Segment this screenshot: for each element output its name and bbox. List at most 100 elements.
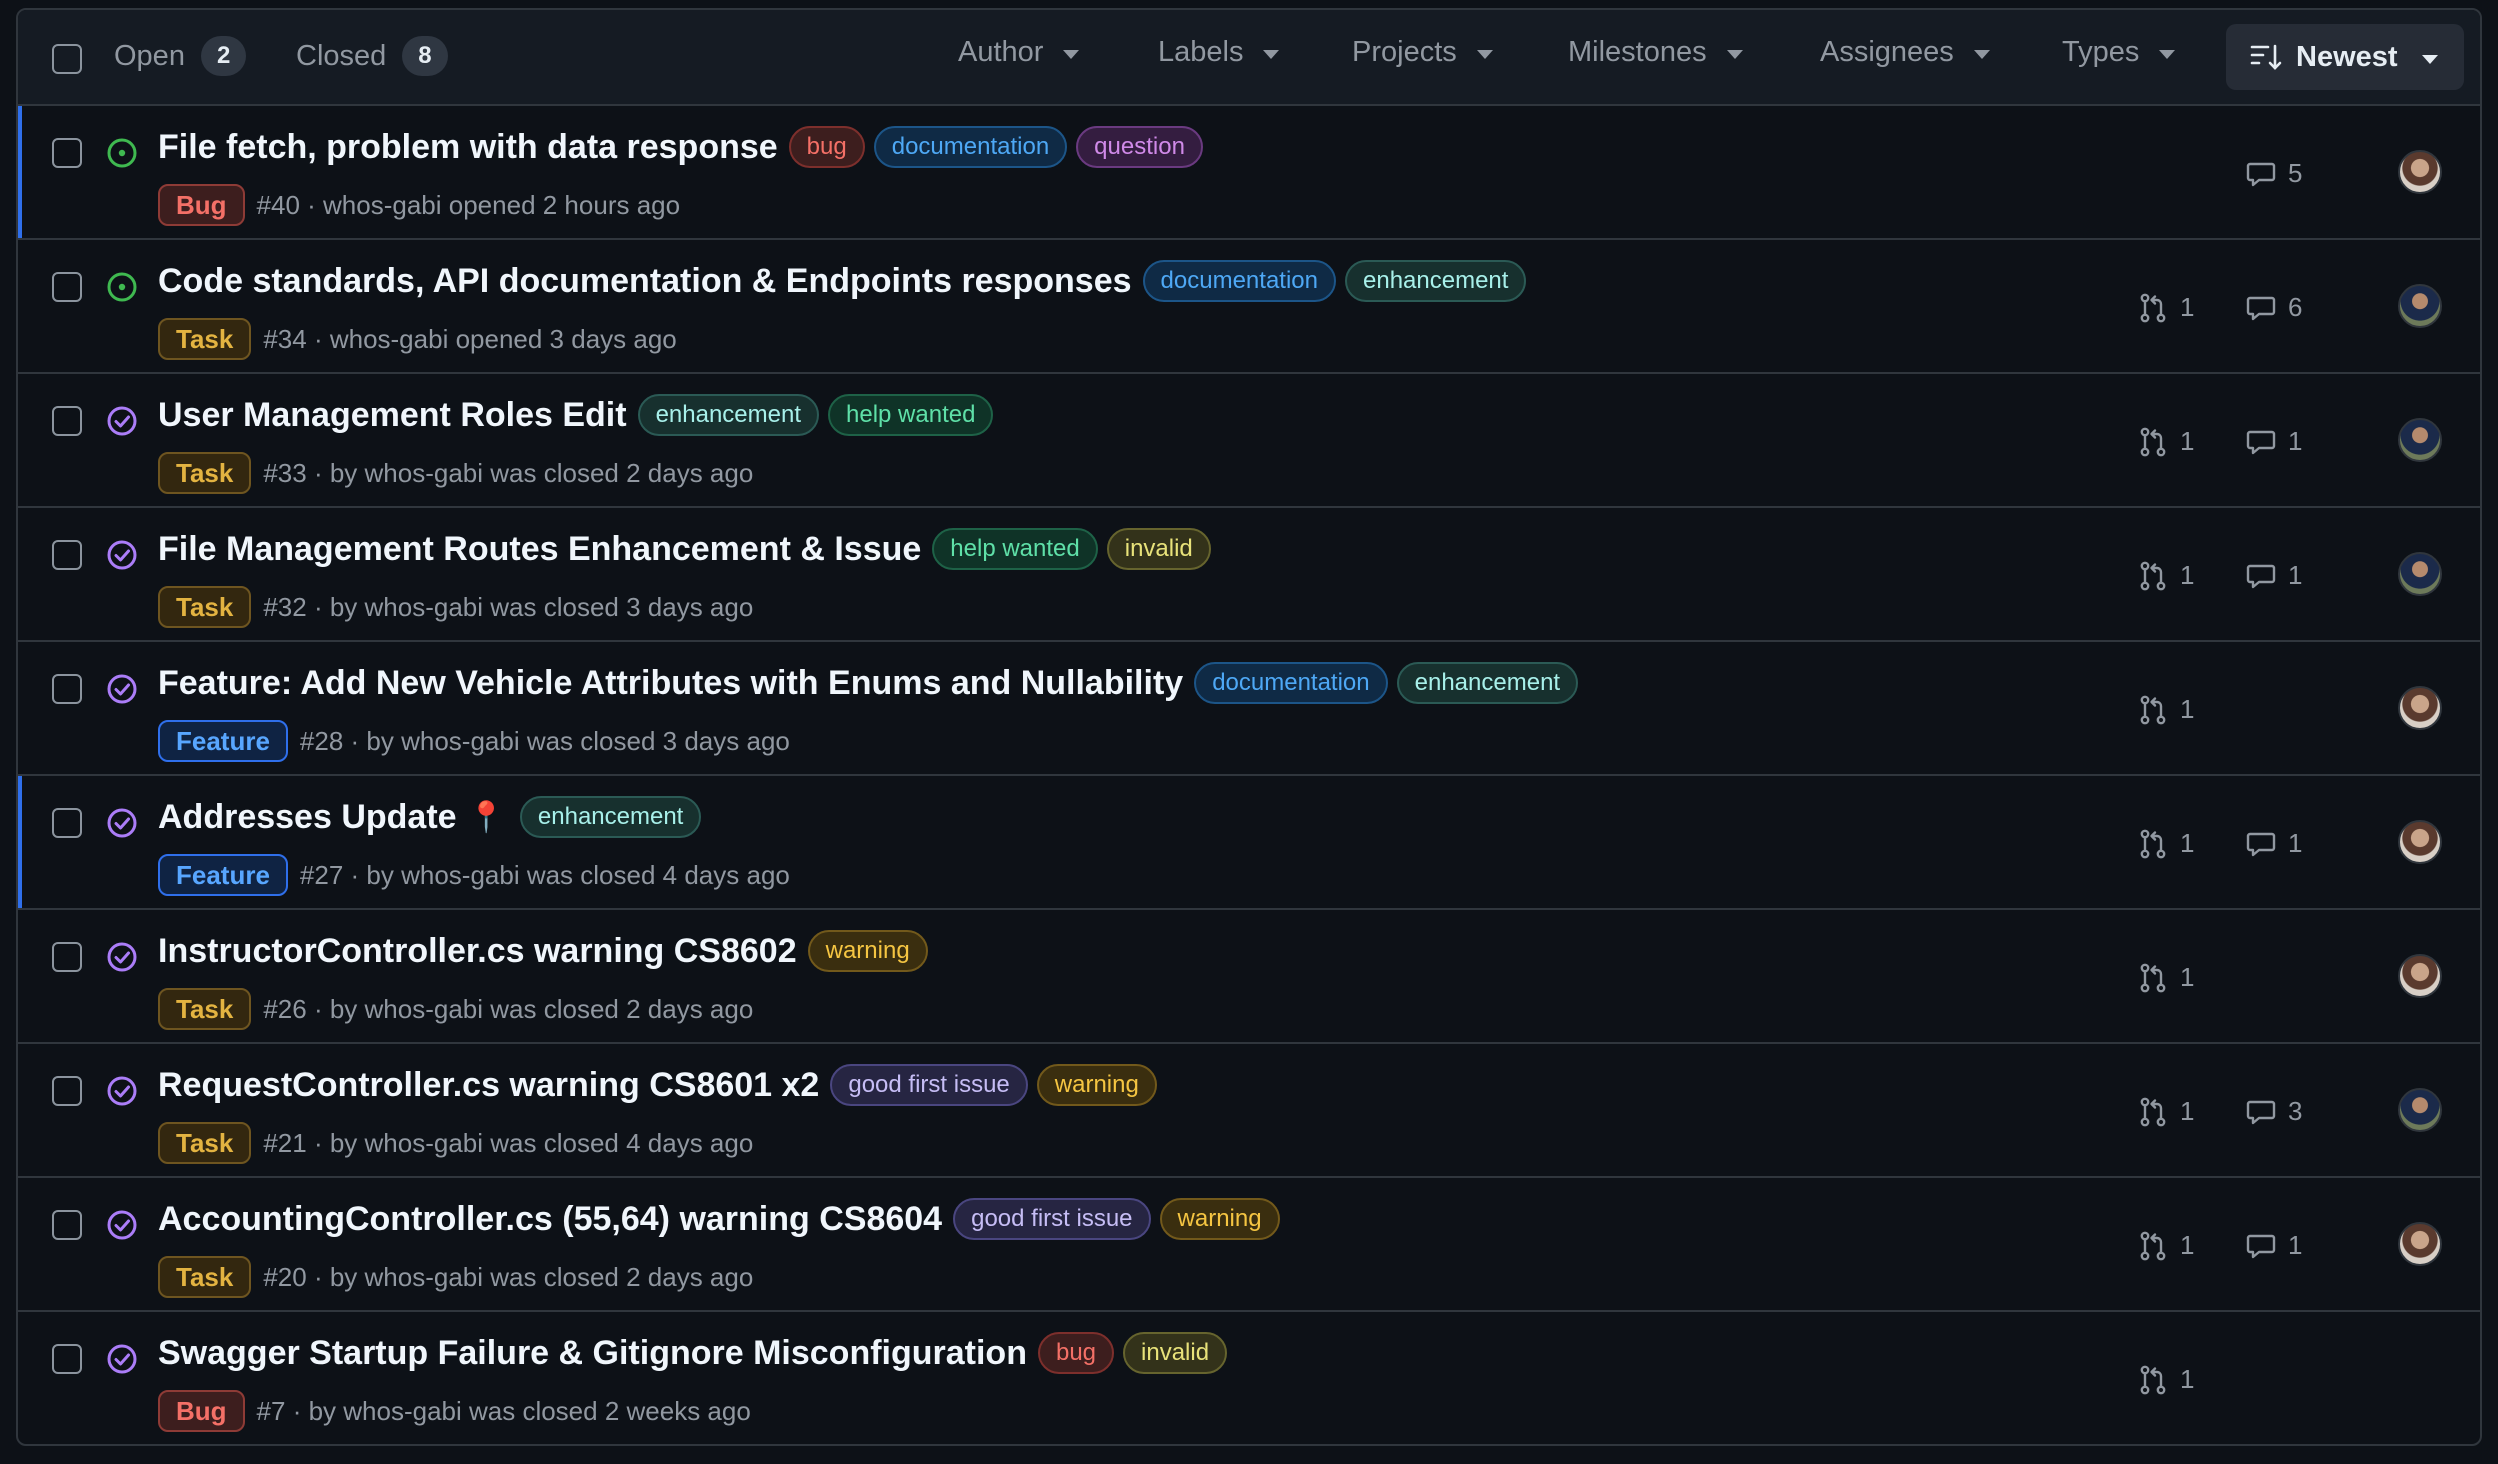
linked-pull-requests-link[interactable]: 1	[2138, 426, 2194, 457]
label-good-first-issue[interactable]: good first issue	[953, 1198, 1151, 1240]
comments-link[interactable]: 1	[2246, 1230, 2302, 1261]
label-good-first-issue[interactable]: good first issue	[830, 1064, 1028, 1106]
issue-select-checkbox[interactable]	[52, 138, 82, 168]
milestones-filter-dropdown[interactable]: Milestones	[1568, 36, 1743, 69]
issue-row[interactable]: File Management Routes Enhancement & Iss…	[18, 508, 2480, 642]
assignee-avatar[interactable]	[2398, 686, 2442, 730]
linked-pull-requests-link[interactable]: 1	[2138, 292, 2194, 323]
issue-row[interactable]: Code standards, API documentation & Endp…	[18, 240, 2480, 374]
assignee-avatar[interactable]	[2398, 150, 2442, 194]
label-invalid[interactable]: invalid	[1106, 528, 1211, 570]
labels-filter-dropdown[interactable]: Labels	[1158, 36, 1280, 69]
issue-type-badge[interactable]: Feature	[158, 720, 288, 762]
label-help-wanted[interactable]: help wanted	[932, 528, 1098, 570]
label-warning[interactable]: warning	[1159, 1198, 1280, 1240]
linked-pull-requests-link[interactable]: 1	[2138, 1096, 2194, 1127]
issue-title-link[interactable]: Feature: Add New Vehicle Attributes with…	[158, 664, 1183, 703]
sort-dropdown-button[interactable]: Newest	[2226, 24, 2464, 90]
assignee-avatar[interactable]	[2398, 1222, 2442, 1266]
issue-title-link[interactable]: InstructorController.cs warning CS8602	[158, 932, 797, 971]
label-documentation[interactable]: documentation	[1142, 260, 1336, 302]
comments-link[interactable]: 6	[2246, 292, 2302, 323]
label-warning[interactable]: warning	[1036, 1064, 1157, 1106]
issue-title-link[interactable]: Addresses Update	[158, 798, 457, 837]
label-enhancement[interactable]: enhancement	[1396, 662, 1579, 704]
issue-row[interactable]: Addresses Update 📍 enhancement Feature #27 ·…	[18, 776, 2480, 910]
issue-title-link[interactable]: RequestController.cs warning CS8601 x2	[158, 1066, 819, 1105]
comments-link[interactable]: 5	[2246, 158, 2302, 189]
closed-issues-tab[interactable]: Closed 8	[296, 36, 448, 76]
assignee-avatar[interactable]	[2398, 1088, 2442, 1132]
issue-title-line: AccountingController.cs (55,64) warning …	[158, 1198, 1280, 1240]
issue-type-badge[interactable]: Bug	[158, 184, 245, 226]
label-enhancement[interactable]: enhancement	[1345, 260, 1527, 302]
assignees-filter-dropdown[interactable]: Assignees	[1820, 36, 1990, 69]
issue-type-badge[interactable]: Task	[158, 1122, 252, 1164]
issue-select-checkbox[interactable]	[52, 1344, 82, 1374]
issue-type-badge[interactable]: Task	[158, 452, 252, 494]
issue-select-checkbox[interactable]	[52, 808, 82, 838]
author-filter-dropdown[interactable]: Author	[958, 36, 1080, 69]
issue-type-badge[interactable]: Task	[158, 988, 252, 1030]
issue-type-badge[interactable]: Task	[158, 318, 252, 360]
linked-pull-requests-link[interactable]: 1	[2138, 1230, 2194, 1261]
label-question[interactable]: question	[1076, 126, 1203, 168]
issue-select-checkbox[interactable]	[52, 1210, 82, 1240]
label-invalid[interactable]: invalid	[1123, 1332, 1228, 1374]
assignee-avatar[interactable]	[2398, 284, 2442, 328]
issue-select-checkbox[interactable]	[52, 1076, 82, 1106]
chevron-down-icon	[2159, 50, 2176, 59]
issue-select-checkbox[interactable]	[52, 540, 82, 570]
issue-row[interactable]: File fetch, problem with data response bu…	[18, 106, 2480, 240]
linked-pull-requests-link[interactable]: 1	[2138, 828, 2194, 859]
assignee-avatar[interactable]	[2398, 552, 2442, 596]
issue-title-link[interactable]: AccountingController.cs (55,64) warning …	[158, 1200, 942, 1239]
label-documentation[interactable]: documentation	[1194, 662, 1388, 704]
assignee-avatar[interactable]	[2398, 820, 2442, 864]
issue-select-checkbox[interactable]	[52, 406, 82, 436]
label-documentation[interactable]: documentation	[873, 126, 1068, 168]
comments-link[interactable]: 3	[2246, 1096, 2302, 1127]
assignee-avatar[interactable]	[2398, 418, 2442, 462]
types-filter-dropdown[interactable]: Types	[2062, 36, 2176, 69]
issue-type-badge[interactable]: Task	[158, 1256, 252, 1298]
issue-type-badge[interactable]: Feature	[158, 854, 288, 896]
label-enhancement[interactable]: enhancement	[637, 394, 820, 436]
issue-row[interactable]: Swagger Startup Failure & Gitignore Misc…	[18, 1312, 2480, 1444]
chevron-down-icon	[2421, 54, 2438, 64]
linked-pull-request-icon	[2140, 963, 2166, 992]
linked-pull-requests-link[interactable]: 1	[2138, 962, 2194, 993]
assignee-avatar[interactable]	[2398, 954, 2442, 998]
issue-select-checkbox[interactable]	[52, 272, 82, 302]
open-issues-tab[interactable]: Open 2	[114, 36, 247, 76]
issue-select-checkbox[interactable]	[52, 674, 82, 704]
label-bug[interactable]: bug	[1037, 1332, 1115, 1374]
issue-title-link[interactable]: File Management Routes Enhancement & Iss…	[158, 530, 921, 569]
comments-link[interactable]: 1	[2246, 426, 2302, 457]
issue-title-link[interactable]: Code standards, API documentation & Endp…	[158, 262, 1132, 301]
label-help-wanted[interactable]: help wanted	[828, 394, 994, 436]
comments-link[interactable]: 1	[2246, 828, 2302, 859]
select-all-checkbox[interactable]	[52, 44, 82, 74]
comment-icon	[2246, 296, 2276, 320]
issue-title-link[interactable]: User Management Roles Edit	[158, 396, 627, 435]
issue-row[interactable]: RequestController.cs warning CS8601 x2 go…	[18, 1044, 2480, 1178]
label-bug[interactable]: bug	[788, 126, 865, 168]
linked-pull-requests-link[interactable]: 1	[2138, 560, 2194, 591]
issue-row[interactable]: AccountingController.cs (55,64) warning …	[18, 1178, 2480, 1312]
issue-title-link[interactable]: Swagger Startup Failure & Gitignore Misc…	[158, 1334, 1027, 1373]
issue-type-badge[interactable]: Bug	[158, 1390, 245, 1432]
issue-select-checkbox[interactable]	[52, 942, 82, 972]
issue-title-link[interactable]: File fetch, problem with data response	[158, 128, 778, 167]
issue-row[interactable]: User Management Roles Edit enhancement hel…	[18, 374, 2480, 508]
issue-type-badge[interactable]: Task	[158, 586, 252, 628]
projects-filter-dropdown[interactable]: Projects	[1352, 36, 1493, 69]
comments-link[interactable]: 1	[2246, 560, 2302, 591]
comments-count: 1	[2288, 1230, 2303, 1260]
linked-pull-requests-link[interactable]: 1	[2138, 694, 2194, 725]
issue-row[interactable]: Feature: Add New Vehicle Attributes with…	[18, 642, 2480, 776]
label-enhancement[interactable]: enhancement	[519, 796, 702, 838]
linked-pull-requests-link[interactable]: 1	[2138, 1364, 2194, 1395]
issue-row[interactable]: InstructorController.cs warning CS8602 wa…	[18, 910, 2480, 1044]
label-warning[interactable]: warning	[807, 930, 928, 972]
